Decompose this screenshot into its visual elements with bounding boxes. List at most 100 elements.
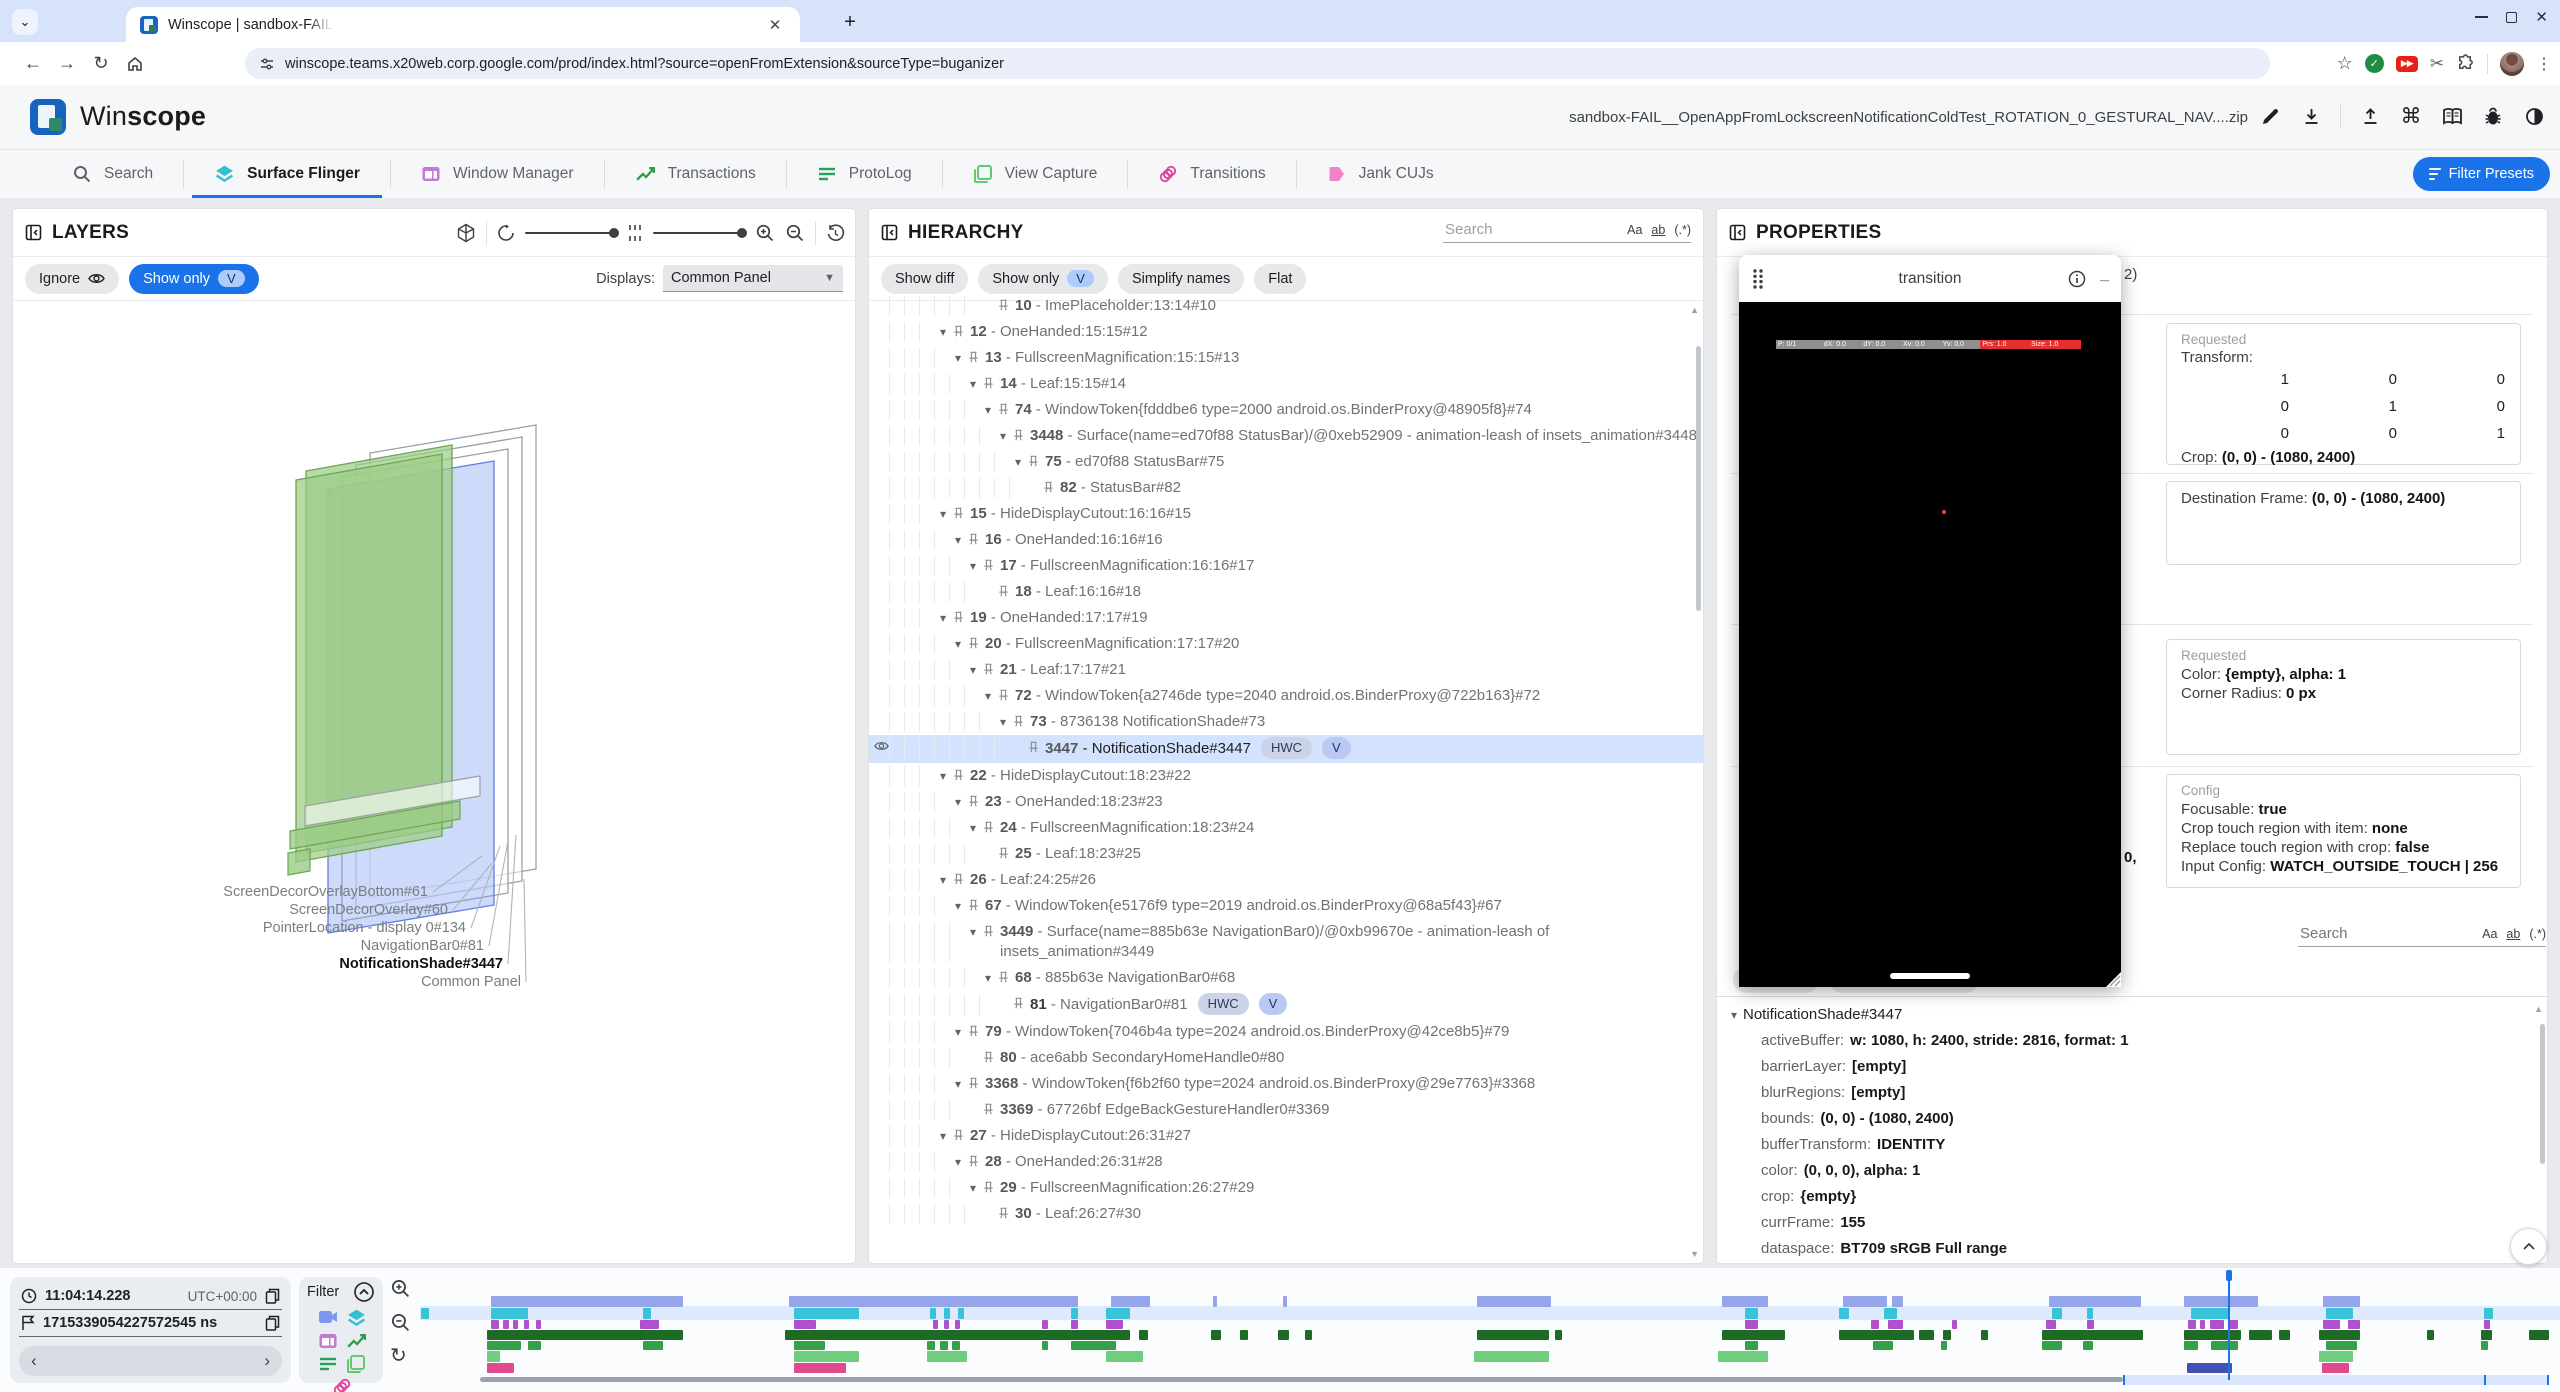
expand-arrow-icon[interactable]: ▾ [949,1074,967,1094]
forward-icon[interactable]: → [50,47,84,81]
collapse-panel-icon[interactable] [25,224,42,241]
screen-recording-track-segment[interactable] [1111,1296,1150,1307]
transactions-track-segment[interactable] [2042,1330,2143,1340]
rings-filter-icon[interactable] [332,1377,350,1392]
transactions-track-segment[interactable] [2249,1330,2272,1340]
surface-flinger-track-segment[interactable] [491,1308,528,1319]
property-row[interactable]: barrierLayer:[empty] [1717,1054,2547,1080]
tree-row-82[interactable]: 82 - StatusBar#82 [869,475,1703,501]
expand-arrow-icon[interactable]: ▾ [949,792,967,812]
pin-icon[interactable] [997,582,1015,598]
tree-row-81[interactable]: 81 - NavigationBar0#81HWCV [869,991,1703,1019]
minimize-icon[interactable] [2475,16,2488,18]
tree-row-75[interactable]: ▾75 - ed70f88 StatusBar#75 [869,449,1703,475]
surface-flinger-track-segment[interactable] [2191,1308,2228,1319]
protolog-track-segment[interactable] [927,1341,935,1350]
protolog-track-segment[interactable] [2481,1341,2488,1350]
transactions-track-segment[interactable] [1722,1330,1785,1340]
scroll-up-icon[interactable]: ▲ [1690,305,1699,315]
screen-recording-track-segment[interactable] [2323,1296,2360,1307]
expand-arrow-icon[interactable]: ▾ [934,766,952,786]
zoom-out-icon[interactable] [390,1312,411,1333]
tree-row-19[interactable]: ▾19 - OneHanded:17:17#19 [869,605,1703,631]
ignore-chip[interactable]: Ignore [25,264,119,294]
property-row[interactable]: dataspace:BT709 sRGB Full range [1717,1236,2547,1262]
minimize-popup-icon[interactable]: _ [2100,266,2109,292]
window-manager-track-segment[interactable] [2188,1320,2196,1329]
pin-icon[interactable] [967,1074,985,1090]
window-manager-track-segment[interactable] [2210,1320,2224,1329]
transitions-track-segment[interactable] [2322,1363,2349,1373]
show-only-chip[interactable]: Show only V [129,264,259,294]
pin-icon[interactable] [997,686,1015,702]
previous-frame-button[interactable]: ‹ [31,1351,37,1371]
surface-flinger-track-segment[interactable] [2052,1308,2062,1319]
expand-arrow-icon[interactable]: ▾ [949,1152,967,1172]
tree-row-30[interactable]: 30 - Leaf:26:27#30 [869,1201,1703,1227]
download-icon[interactable] [2299,104,2323,128]
surface-flinger-track-segment[interactable] [421,1308,429,1319]
pin-icon[interactable] [952,1126,970,1142]
pin-icon[interactable] [952,870,970,886]
extensions-puzzle-icon[interactable] [2456,54,2475,73]
tree-row-74[interactable]: ▾74 - WindowToken{fdddbe6 type=2000 andr… [869,397,1703,423]
property-row[interactable]: crop:{empty} [1717,1184,2547,1210]
property-row[interactable]: blurRegions:[empty] [1717,1080,2547,1106]
info-icon[interactable] [2068,270,2086,288]
protolog-track-segment[interactable] [643,1341,663,1350]
transitions-track-segment[interactable] [487,1363,514,1373]
tree-row-22[interactable]: ▾22 - HideDisplayCutout:18:23#22 [869,763,1703,789]
expand-arrow-icon[interactable]: ▾ [994,426,1012,446]
pin-icon[interactable] [967,1022,985,1038]
zoom-in-icon[interactable] [755,223,775,243]
window-manager-track-segment[interactable] [1071,1320,1078,1329]
edit-icon[interactable] [2258,104,2282,128]
transactions-track-segment[interactable] [1240,1330,1248,1340]
transactions-track-segment[interactable] [1839,1330,1914,1340]
transactions-track-segment[interactable] [1943,1330,1951,1340]
tree-row-3369[interactable]: 3369 - 67726bf EdgeBackGestureHandler0#3… [869,1097,1703,1123]
protolog-track-segment[interactable] [528,1341,541,1350]
tree-row-72[interactable]: ▾72 - WindowToken{a2746de type=2040 andr… [869,683,1703,709]
expand-arrow-icon[interactable]: ▾ [934,1126,952,1146]
surface-flinger-track-segment[interactable] [2087,1308,2093,1319]
surface-flinger-track-segment[interactable] [794,1308,859,1319]
collapse-filter-icon[interactable] [353,1281,375,1303]
match-word-icon[interactable]: ab [1651,223,1665,237]
reset-view-icon[interactable] [826,224,845,243]
tree-row-27[interactable]: ▾27 - HideDisplayCutout:26:31#27 [869,1123,1703,1149]
pin-icon[interactable] [997,844,1015,860]
window-manager-track-segment[interactable] [1042,1320,1048,1329]
camera-filter-icon[interactable] [318,1308,336,1326]
collapse-panel-icon[interactable] [1729,224,1746,241]
pin-icon[interactable] [997,296,1015,312]
transactions-track-segment[interactable] [1278,1330,1289,1340]
transitions-track-segment[interactable] [794,1363,846,1373]
tree-row-67[interactable]: ▾67 - WindowToken{e5176f9 type=2019 andr… [869,893,1703,919]
tree-row-10[interactable]: 10 - ImePlaceholder:13:14#10 [869,293,1703,319]
browser-tab[interactable]: Winscope | sandbox-FAIL ✕ [126,7,800,42]
stack-filter-icon[interactable] [346,1354,364,1372]
tab-close-icon[interactable]: ✕ [764,14,786,36]
surface-flinger-track-segment[interactable] [944,1308,950,1319]
window-manager-track-segment[interactable] [933,1320,938,1329]
timestamp-field[interactable]: 11:04:14.228 UTC+00:00 [19,1283,282,1310]
menu-dots-icon[interactable]: ⋮ [2536,54,2552,74]
surface-flinger-track-segment[interactable] [2484,1308,2493,1319]
window-manager-track-segment[interactable] [503,1320,509,1329]
screen-recording-track-segment[interactable] [789,1296,1078,1307]
window-manager-track-segment[interactable] [2229,1320,2238,1329]
chip-flat[interactable]: Flat [1254,264,1306,294]
tree-row-14[interactable]: ▾14 - Leaf:15:15#14 [869,371,1703,397]
pin-icon[interactable] [982,556,1000,572]
expand-arrow-icon[interactable]: ▾ [964,818,982,838]
transactions-track-segment[interactable] [487,1330,683,1340]
displays-select[interactable]: Common Panel ▼ [663,265,843,292]
pin-icon[interactable] [982,818,1000,834]
pin-icon[interactable] [982,374,1000,390]
protolog-track-segment[interactable] [1941,1341,1947,1350]
pin-icon[interactable] [952,322,970,338]
transactions-track-segment[interactable] [2279,1330,2290,1340]
reset-zoom-icon[interactable]: ↻ [390,1346,411,1366]
resize-handle[interactable] [2106,972,2121,987]
